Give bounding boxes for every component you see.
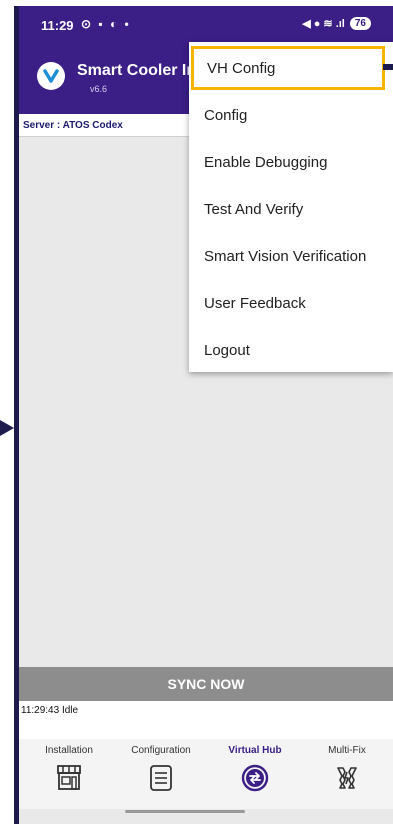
battery-icon: 76 bbox=[349, 17, 371, 30]
nav-item-virtual-hub[interactable]: Virtual Hub bbox=[215, 745, 295, 793]
menu-item-test-and-verify[interactable]: Test And Verify bbox=[189, 187, 393, 231]
nav-label-virtual-hub: Virtual Hub bbox=[228, 745, 282, 756]
bottom-navigation: Installation Configuration Virtual Hub M… bbox=[19, 739, 393, 809]
status-bar: 11:29 ⊙ ▪ ◐ • ◀ ● ≋ .ıl 76 bbox=[19, 6, 393, 46]
annotation-arrow-right bbox=[383, 64, 393, 70]
menu-item-enable-debugging[interactable]: Enable Debugging bbox=[189, 140, 393, 184]
menu-item-logout[interactable]: Logout bbox=[189, 328, 393, 372]
menu-item-vh-config[interactable]: VH Config bbox=[191, 46, 385, 90]
status-right-icons: ◀ ● ≋ .ıl 76 bbox=[302, 17, 371, 30]
log-status-text: 11:29:43 Idle bbox=[21, 705, 79, 716]
list-icon bbox=[150, 765, 172, 791]
overflow-menu: VH Config Config Enable Debugging Test A… bbox=[189, 42, 393, 372]
nav-label-installation: Installation bbox=[45, 745, 93, 756]
nav-item-installation[interactable]: Installation bbox=[29, 745, 109, 793]
menu-item-smart-vision-verification[interactable]: Smart Vision Verification bbox=[189, 234, 393, 278]
store-icon bbox=[57, 765, 81, 790]
nav-item-configuration[interactable]: Configuration bbox=[121, 745, 201, 793]
nav-item-multi-fix[interactable]: Multi-Fix bbox=[307, 745, 387, 793]
status-left-icons: ⊙ ▪ ◐ • bbox=[81, 17, 131, 31]
server-label: Server : ATOS Codex bbox=[23, 120, 123, 131]
menu-item-config[interactable]: Config bbox=[189, 93, 393, 137]
nav-label-multi-fix: Multi-Fix bbox=[328, 745, 366, 756]
wrench-bolt-icon bbox=[337, 767, 357, 789]
menu-item-user-feedback[interactable]: User Feedback bbox=[189, 281, 393, 325]
app-version: v6.6 bbox=[90, 84, 108, 94]
sync-now-button[interactable]: SYNC NOW bbox=[19, 667, 393, 701]
log-area: 11:29:43 Idle bbox=[19, 701, 393, 739]
app-title: Smart Cooler Ins bbox=[77, 62, 206, 79]
signal-icons: ◀ ● ≋ .ıl bbox=[302, 18, 345, 30]
status-time: 11:29 bbox=[41, 18, 74, 33]
nav-label-configuration: Configuration bbox=[131, 745, 191, 756]
home-indicator[interactable] bbox=[125, 810, 245, 813]
annotation-arrow-left bbox=[0, 420, 14, 436]
app-logo-icon bbox=[37, 62, 65, 90]
sync-circle-icon bbox=[241, 764, 269, 792]
